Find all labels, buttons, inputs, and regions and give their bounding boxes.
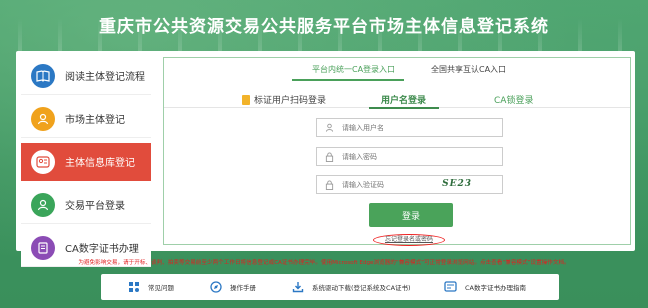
sidebar: 阅读主体登记流程 市场主体登记 主体信息库登记 交易平台登录 CA数字证书办理: [21, 57, 151, 272]
faq-link[interactable]: 常见问题: [127, 280, 174, 293]
tab-qr-login-label: 标证用户扫码登录: [254, 96, 327, 106]
card-icon: [444, 280, 457, 293]
grid-icon: [127, 280, 140, 293]
login-panel: 平台内统一CA登录入口 全国共享互认CA入口 标证用户扫码登录 用户名登录 CA…: [163, 57, 631, 246]
sidebar-item-trading-login[interactable]: 交易平台登录: [21, 186, 151, 224]
lock-icon: [322, 175, 336, 194]
ca-guide-link[interactable]: CA数字证书办理指南: [444, 280, 526, 293]
user-icon: [31, 192, 55, 217]
footer-links: 常见问题 操作手册 系统驱动下载(登记系统及CA证书) CA数字证书办理指南: [101, 274, 559, 300]
sidebar-item-label: 阅读主体登记流程: [65, 72, 145, 83]
tab-ca-lock-login[interactable]: CA锁登录: [494, 93, 533, 106]
password-field[interactable]: [316, 147, 503, 166]
password-input[interactable]: [342, 152, 442, 161]
sidebar-item-reading-process[interactable]: 阅读主体登记流程: [21, 57, 151, 95]
sidebar-item-label: CA数字证书办理: [65, 244, 139, 255]
person-icon: [31, 106, 55, 131]
driver-download-link-label: 系统驱动下载(登记系统及CA证书): [312, 283, 411, 292]
captcha-input[interactable]: [342, 180, 442, 189]
tab-national-ca[interactable]: 全国共享互认CA入口: [431, 64, 506, 75]
certificate-icon: [31, 235, 55, 260]
manual-link[interactable]: 操作手册: [209, 280, 256, 293]
username-field[interactable]: [316, 118, 503, 137]
qr-phone-icon: [242, 94, 250, 105]
faq-link-label: 常见问题: [148, 283, 174, 292]
manual-link-label: 操作手册: [230, 283, 256, 292]
captcha-image[interactable]: SE23: [442, 179, 472, 189]
sidebar-item-market-registration[interactable]: 市场主体登记: [21, 100, 151, 138]
login-entry-tabs: 平台内统一CA登录入口 全国共享互认CA入口: [164, 62, 630, 81]
forgot-password-link[interactable]: 忘记登录名或密码: [373, 234, 445, 246]
user-icon: [322, 118, 336, 137]
download-icon: [291, 280, 304, 293]
tab-username-login-label: 用户名登录: [381, 96, 427, 106]
active-tab-underline: [292, 79, 404, 81]
main-card: 阅读主体登记流程 市场主体登记 主体信息库登记 交易平台登录 CA数字证书办理: [16, 51, 635, 267]
page-title: 重庆市公共资源交易公共服务平台市场主体信息登记系统: [99, 17, 549, 37]
tab-ca-lock-login-label: CA锁登录: [494, 96, 534, 106]
captcha-field[interactable]: SE23: [316, 175, 503, 194]
lock-icon: [322, 147, 336, 166]
ca-guide-link-label: CA数字证书办理指南: [465, 283, 526, 292]
username-input[interactable]: [342, 123, 442, 132]
tab-username-login[interactable]: 用户名登录: [381, 93, 426, 106]
notice-text: 为避免影响交易，请于开标、谈判、拍卖等交易前至少两个工作日将信息登记或CA证书办…: [78, 260, 570, 266]
book-icon: [31, 63, 55, 88]
sidebar-item-entity-library[interactable]: 主体信息库登记: [21, 143, 151, 181]
sidebar-item-label: 交易平台登录: [65, 201, 125, 212]
tab-qr-login[interactable]: 标证用户扫码登录: [242, 93, 326, 106]
id-card-icon: [31, 149, 55, 174]
driver-download-link[interactable]: 系统驱动下载(登记系统及CA证书): [291, 280, 411, 293]
active-method-underline: [369, 107, 439, 109]
login-method-tabs: 标证用户扫码登录 用户名登录 CA锁登录: [164, 88, 630, 109]
tab-platform-ca[interactable]: 平台内统一CA登录入口: [312, 64, 395, 75]
login-button[interactable]: 登录: [369, 203, 453, 227]
sidebar-item-label: 主体信息库登记: [65, 158, 135, 169]
compass-icon: [209, 280, 222, 293]
sidebar-item-label: 市场主体登记: [65, 115, 125, 126]
